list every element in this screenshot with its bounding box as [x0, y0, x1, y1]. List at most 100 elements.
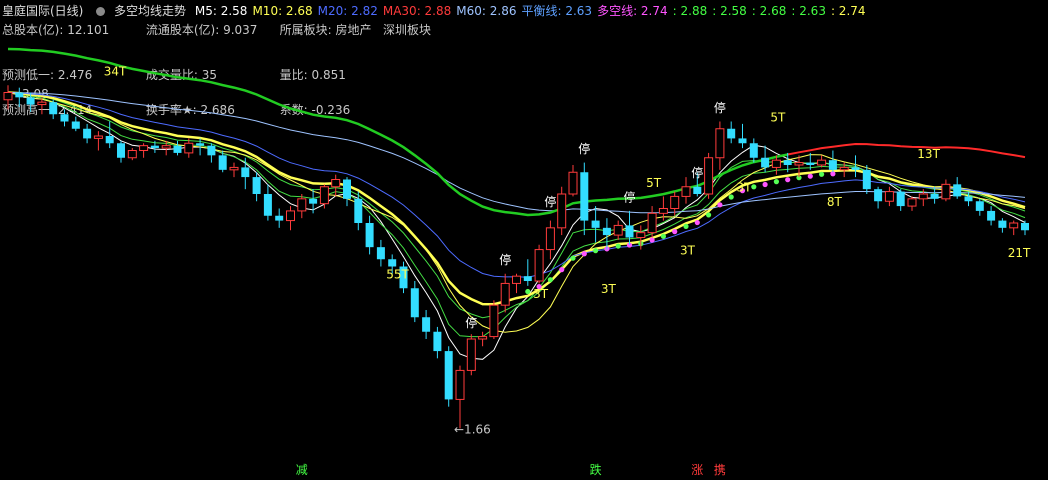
- long-short-dot: [649, 237, 655, 243]
- candle-body: [444, 351, 453, 400]
- candle-body: [828, 160, 837, 170]
- candle-body: [184, 142, 194, 154]
- annotation-label: 停: [624, 189, 636, 204]
- candle-body: [884, 191, 894, 202]
- candle-body: [105, 136, 114, 144]
- candlestick-plot[interactable]: 34T55T停停停停停停停3T 3T3T3T5T5T8T13T21T←1.66减跌…: [0, 0, 1048, 480]
- candle-body: [354, 198, 363, 223]
- candle-body: [512, 275, 521, 284]
- candle-body: [681, 186, 691, 197]
- candle-body: [433, 331, 442, 352]
- candle-body: [150, 145, 159, 149]
- candle-body: [343, 179, 351, 199]
- candle-body: [749, 143, 758, 158]
- candle-body: [37, 101, 47, 106]
- candle-body: [523, 276, 532, 281]
- annotation-label: 停: [465, 315, 477, 330]
- long-short-dot: [706, 212, 712, 218]
- long-short-dot: [559, 267, 565, 273]
- candle-body: [422, 317, 431, 332]
- candle-body: [783, 160, 792, 165]
- candle-body: [918, 193, 928, 200]
- long-short-dot: [547, 277, 554, 283]
- candle-body: [817, 159, 827, 166]
- candle-body: [127, 150, 137, 159]
- candle-body: [907, 198, 917, 207]
- candle-body: [794, 162, 804, 166]
- signal-label: 携: [714, 462, 726, 477]
- long-short-dot: [615, 243, 621, 249]
- annotation-label: 停: [499, 252, 511, 267]
- annotation-label: 停: [714, 100, 726, 115]
- candle-body: [161, 145, 171, 149]
- candle-body: [1021, 223, 1029, 231]
- candle-body: [218, 155, 227, 170]
- candle-body: [455, 369, 465, 400]
- annotation-label: 停: [691, 165, 703, 180]
- annotation-label: 55T: [386, 268, 409, 282]
- candle-body: [545, 227, 555, 251]
- candle-body: [930, 194, 939, 199]
- annotation-label: 8T: [827, 195, 843, 209]
- annotation-label: 34T: [104, 65, 127, 79]
- candle-body: [319, 186, 329, 205]
- long-short-dot: [762, 181, 768, 188]
- candle-body: [309, 198, 318, 204]
- annotation-label: 13T: [917, 147, 940, 161]
- signal-label: 减: [296, 463, 308, 477]
- long-short-dot: [694, 219, 700, 226]
- candle-body: [591, 220, 600, 228]
- candle-body: [534, 249, 544, 282]
- candle-body: [670, 195, 680, 210]
- annotation-label: ←1.66: [454, 422, 491, 436]
- annotation-label: 停: [544, 194, 556, 209]
- annotation-label: 5T: [646, 176, 662, 190]
- long-short-dot: [717, 202, 723, 208]
- candle-body: [727, 128, 736, 139]
- annotation-label: 停: [578, 141, 590, 156]
- candle-body: [297, 198, 307, 212]
- long-short-dot: [581, 251, 587, 257]
- long-short-dot: [593, 248, 599, 254]
- long-short-dot: [660, 233, 667, 239]
- candle-body: [602, 227, 611, 236]
- candle-body: [625, 225, 634, 238]
- candle-body: [26, 97, 35, 105]
- candle-body: [263, 194, 272, 216]
- candle-body: [388, 259, 397, 267]
- candle-body: [975, 201, 984, 211]
- candle-body: [478, 336, 488, 340]
- candle-body: [998, 220, 1007, 228]
- m60-line: [7, 92, 1026, 214]
- chart-root: { "header": { "stock": "皇庭国际(日线)", "indi…: [0, 0, 1048, 480]
- candle-body: [738, 138, 747, 144]
- long-short-dot: [570, 255, 576, 261]
- candle-body: [693, 186, 702, 194]
- candle-body: [196, 143, 205, 146]
- candle-body: [874, 189, 883, 202]
- candle-body: [839, 166, 849, 171]
- m20-line: [7, 92, 1026, 278]
- candle-body: [704, 157, 714, 195]
- candle-body: [647, 212, 657, 234]
- candle-body: [658, 208, 668, 214]
- candle-body: [286, 210, 295, 222]
- candle-body: [715, 128, 725, 159]
- candle-body: [987, 210, 996, 221]
- long-short-dot: [672, 229, 678, 235]
- long-short-dot: [683, 223, 689, 229]
- candle-body: [93, 135, 103, 139]
- annotation-label: 21T: [1008, 246, 1031, 260]
- candle-body: [60, 114, 69, 122]
- candle-body: [613, 224, 623, 236]
- annotation-label: 3T: [680, 243, 696, 257]
- candle-body: [117, 143, 125, 158]
- candle-body: [252, 177, 261, 194]
- candle-body: [1009, 222, 1019, 229]
- candle-body: [15, 92, 24, 98]
- candle-body: [139, 145, 149, 152]
- candle-body: [806, 162, 815, 165]
- annotation-label: 3T: [533, 287, 549, 301]
- long-short-dot: [525, 288, 531, 295]
- candle-body: [953, 184, 962, 197]
